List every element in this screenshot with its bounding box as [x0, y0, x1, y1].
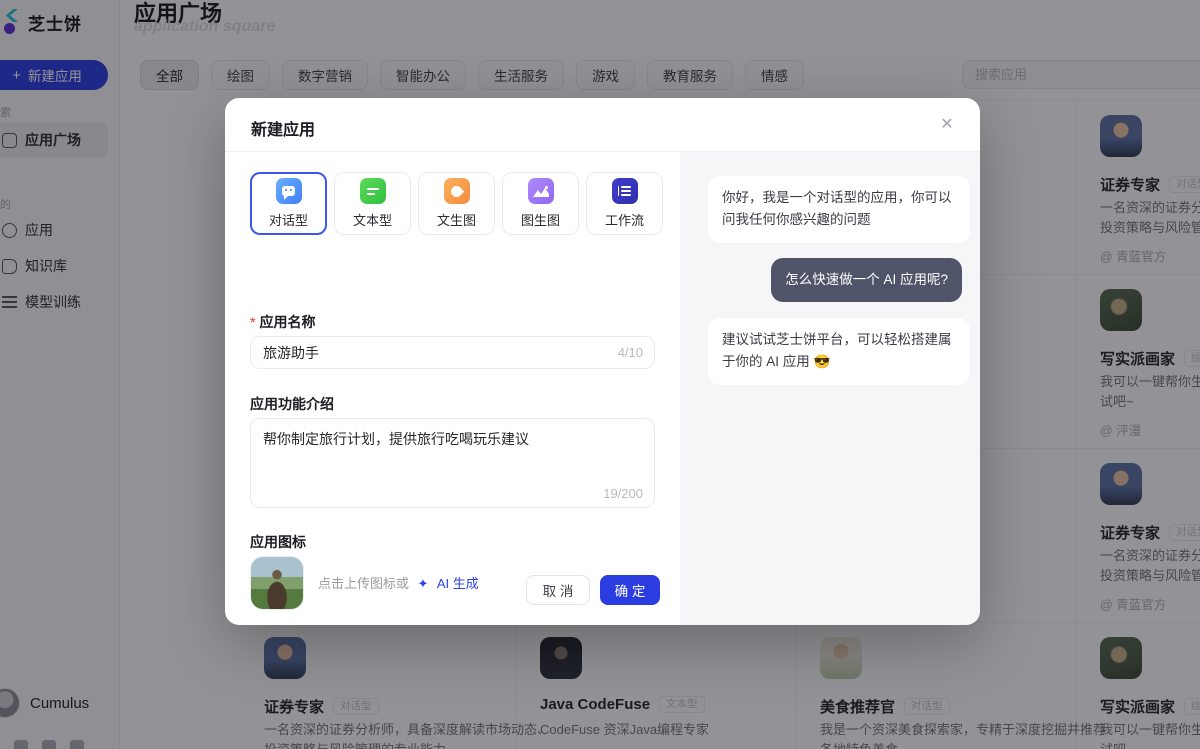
- type-label: 工作流: [605, 210, 644, 229]
- app-icon-label: 应用图标: [250, 532, 306, 552]
- chat-type-icon: [276, 178, 302, 204]
- chat-preview-pane: 你好，我是一个对话型的应用，你可以问我任何你感兴趣的问题 怎么快速做一个 AI …: [680, 152, 980, 625]
- type-label: 文本型: [353, 210, 392, 229]
- modal-form-pane: 对话型 文本型 文生图 图生图 工作流: [225, 152, 680, 625]
- type-option-chat[interactable]: 对话型: [250, 172, 327, 235]
- bot-message: 你好，我是一个对话型的应用，你可以问我任何你感兴趣的问题: [708, 176, 970, 243]
- modal-title: 新建应用: [251, 116, 315, 140]
- type-label: 图生图: [521, 210, 560, 229]
- app-description-label: 应用功能介绍: [250, 394, 334, 414]
- type-option-workflow[interactable]: 工作流: [586, 172, 663, 235]
- new-app-modal: 新建应用 ✕ 对话型 文本型 文生图 图生图: [225, 98, 980, 625]
- type-label: 对话型: [269, 210, 308, 229]
- modal-actions: 取 消 确 定: [526, 575, 660, 605]
- type-label: 文生图: [437, 210, 476, 229]
- app-type-selector: 对话型 文本型 文生图 图生图 工作流: [250, 172, 663, 235]
- app-description-input[interactable]: 帮你制定旅行计划，提供旅行吃喝玩乐建议: [250, 418, 655, 508]
- app-icon-thumbnail[interactable]: [250, 556, 304, 610]
- upload-hint: 点击上传图标或: [318, 576, 409, 591]
- name-char-counter: 4/10: [618, 345, 643, 360]
- modal-header: 新建应用 ✕: [225, 98, 980, 152]
- ai-generate-link[interactable]: AI 生成: [437, 576, 479, 591]
- required-mark: *: [250, 314, 255, 330]
- app-name-input[interactable]: [250, 336, 655, 369]
- app-name-label: *应用名称: [250, 312, 315, 332]
- bot-message: 建议试试芝士饼平台，可以轻松搭建属于你的 AI 应用 😎: [708, 318, 970, 385]
- text-type-icon: [360, 178, 386, 204]
- pen-type-icon: [444, 178, 470, 204]
- type-option-text[interactable]: 文本型: [334, 172, 411, 235]
- description-char-counter: 19/200: [603, 486, 643, 501]
- cancel-button[interactable]: 取 消: [526, 575, 590, 605]
- user-message: 怎么快速做一个 AI 应用呢?: [771, 258, 962, 302]
- app-description-field: 帮你制定旅行计划，提供旅行吃喝玩乐建议 19/200: [250, 418, 655, 513]
- close-icon[interactable]: ✕: [936, 114, 958, 136]
- app-name-field: 4/10: [250, 336, 655, 369]
- type-option-image-to-image[interactable]: 图生图: [502, 172, 579, 235]
- sparkle-icon: ✦: [417, 576, 428, 591]
- confirm-button[interactable]: 确 定: [600, 575, 660, 605]
- workflow-type-icon: [612, 178, 638, 204]
- image-type-icon: [528, 178, 554, 204]
- type-option-text-to-image[interactable]: 文生图: [418, 172, 495, 235]
- app-icon-row: 点击上传图标或 ✦ AI 生成: [250, 556, 479, 610]
- app-window: 芝士饼 + 新建应用 索 应用广场 的 应用 知识库 模型训练 Cumulus: [0, 0, 1200, 749]
